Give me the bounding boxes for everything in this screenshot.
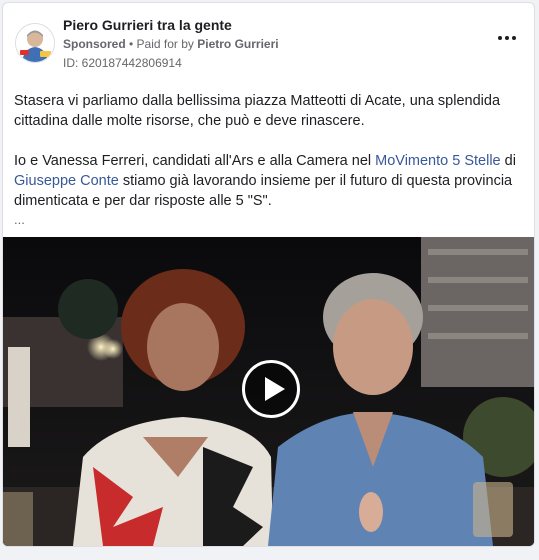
play-button[interactable] — [242, 360, 300, 418]
dot — [505, 36, 509, 40]
ad-card: Piero Gurrieri tra la gente Sponsored • … — [2, 2, 535, 547]
more-options-icon[interactable] — [494, 29, 520, 47]
page-name[interactable]: Piero Gurrieri tra la gente — [63, 17, 232, 33]
giuseppe-conte-link[interactable]: Giuseppe Conte — [14, 173, 119, 189]
p2-text-2: di — [500, 153, 516, 169]
paragraph-1: Stasera vi parliamo dalla bellissima pia… — [14, 93, 501, 129]
video-player[interactable] — [3, 237, 534, 546]
dot — [512, 36, 516, 40]
sponsored-line: Sponsored • Paid for by Pietro Gurrieri — [63, 37, 279, 51]
see-more-ellipsis[interactable]: ... — [14, 211, 524, 229]
post-body: Stasera vi parliamo dalla bellissima pia… — [14, 91, 524, 229]
payer-name: Pietro Gurrieri — [197, 37, 279, 51]
paid-for-prefix: Paid for by — [136, 37, 198, 51]
ad-id: ID: 620187442806914 — [63, 56, 182, 70]
page-avatar[interactable] — [15, 23, 55, 63]
paragraph-2: Io e Vanessa Ferreri, candidati all'Ars … — [14, 151, 524, 211]
p2-text-1: Io e Vanessa Ferreri, candidati all'Ars … — [14, 153, 376, 169]
separator-dot: • — [125, 37, 137, 51]
sponsored-label: Sponsored — [63, 37, 126, 51]
movimento-link[interactable]: MoVimento 5 Stelle — [375, 153, 500, 169]
dot — [498, 36, 502, 40]
play-icon — [265, 377, 285, 401]
avatar-image — [16, 24, 54, 62]
post-header: Piero Gurrieri tra la gente Sponsored • … — [3, 3, 534, 77]
